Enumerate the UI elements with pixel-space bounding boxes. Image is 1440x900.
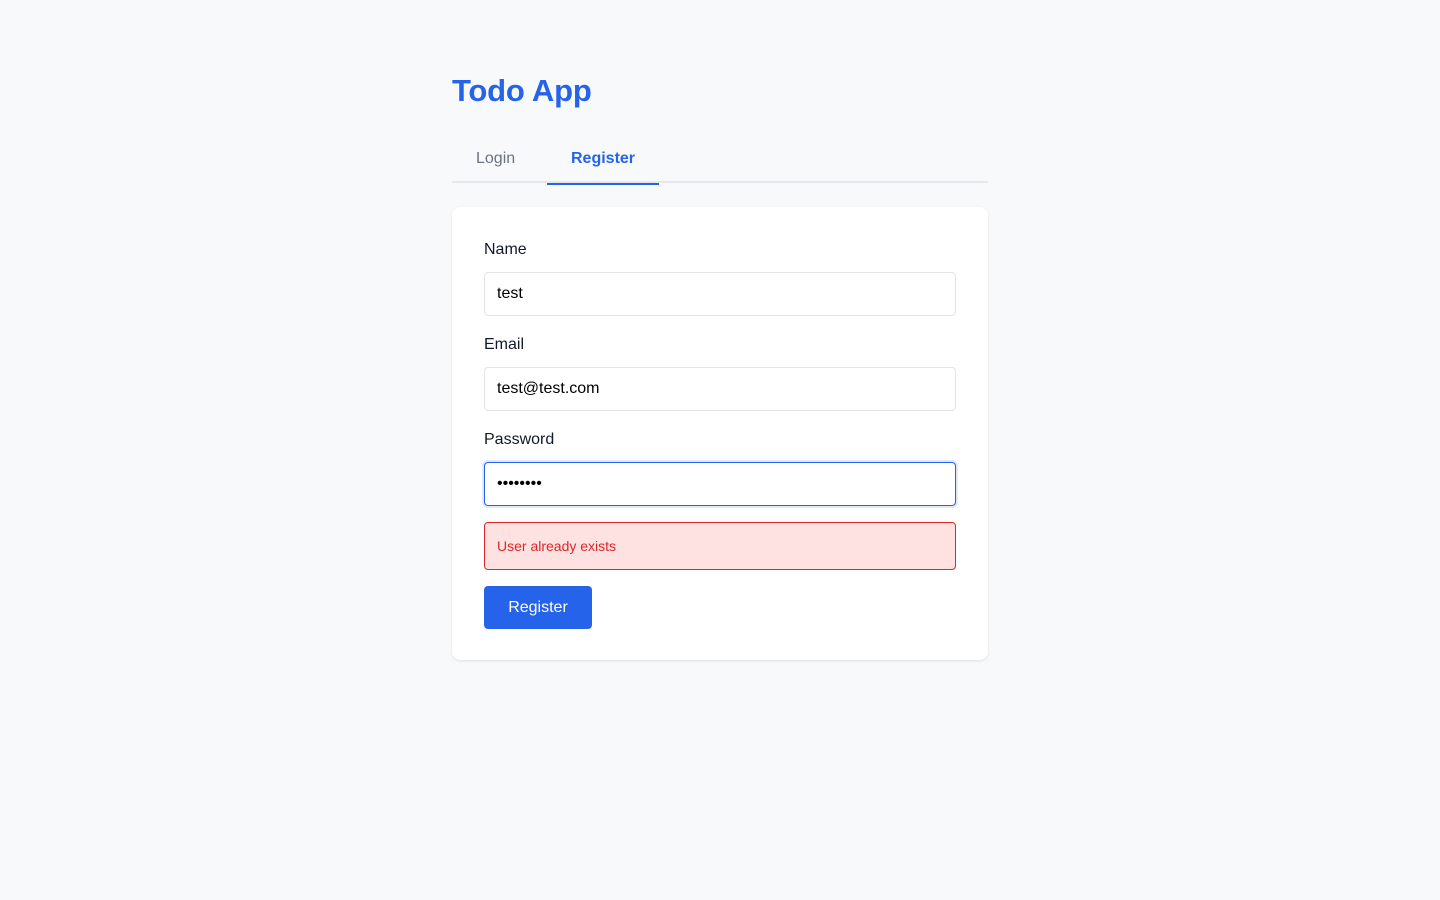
password-input[interactable] xyxy=(484,462,956,506)
register-form-card: Name Email Password User already exists … xyxy=(452,207,988,660)
password-label: Password xyxy=(484,431,555,448)
app-title: Todo App xyxy=(452,73,592,108)
auth-tabs: Login Register xyxy=(452,138,988,185)
email-input[interactable] xyxy=(484,367,956,411)
email-label: Email xyxy=(484,336,525,353)
name-input[interactable] xyxy=(484,272,956,316)
tab-login[interactable]: Login xyxy=(452,138,547,183)
tab-register[interactable]: Register xyxy=(547,138,659,185)
name-label: Name xyxy=(484,241,527,258)
name-field-group: Name xyxy=(484,239,956,316)
email-field-group: Email xyxy=(484,334,956,411)
error-message: User already exists xyxy=(484,522,956,570)
auth-container: Todo App Login Register Name Email Passw… xyxy=(452,70,988,660)
register-button[interactable]: Register xyxy=(484,586,592,629)
password-field-group: Password xyxy=(484,429,956,506)
